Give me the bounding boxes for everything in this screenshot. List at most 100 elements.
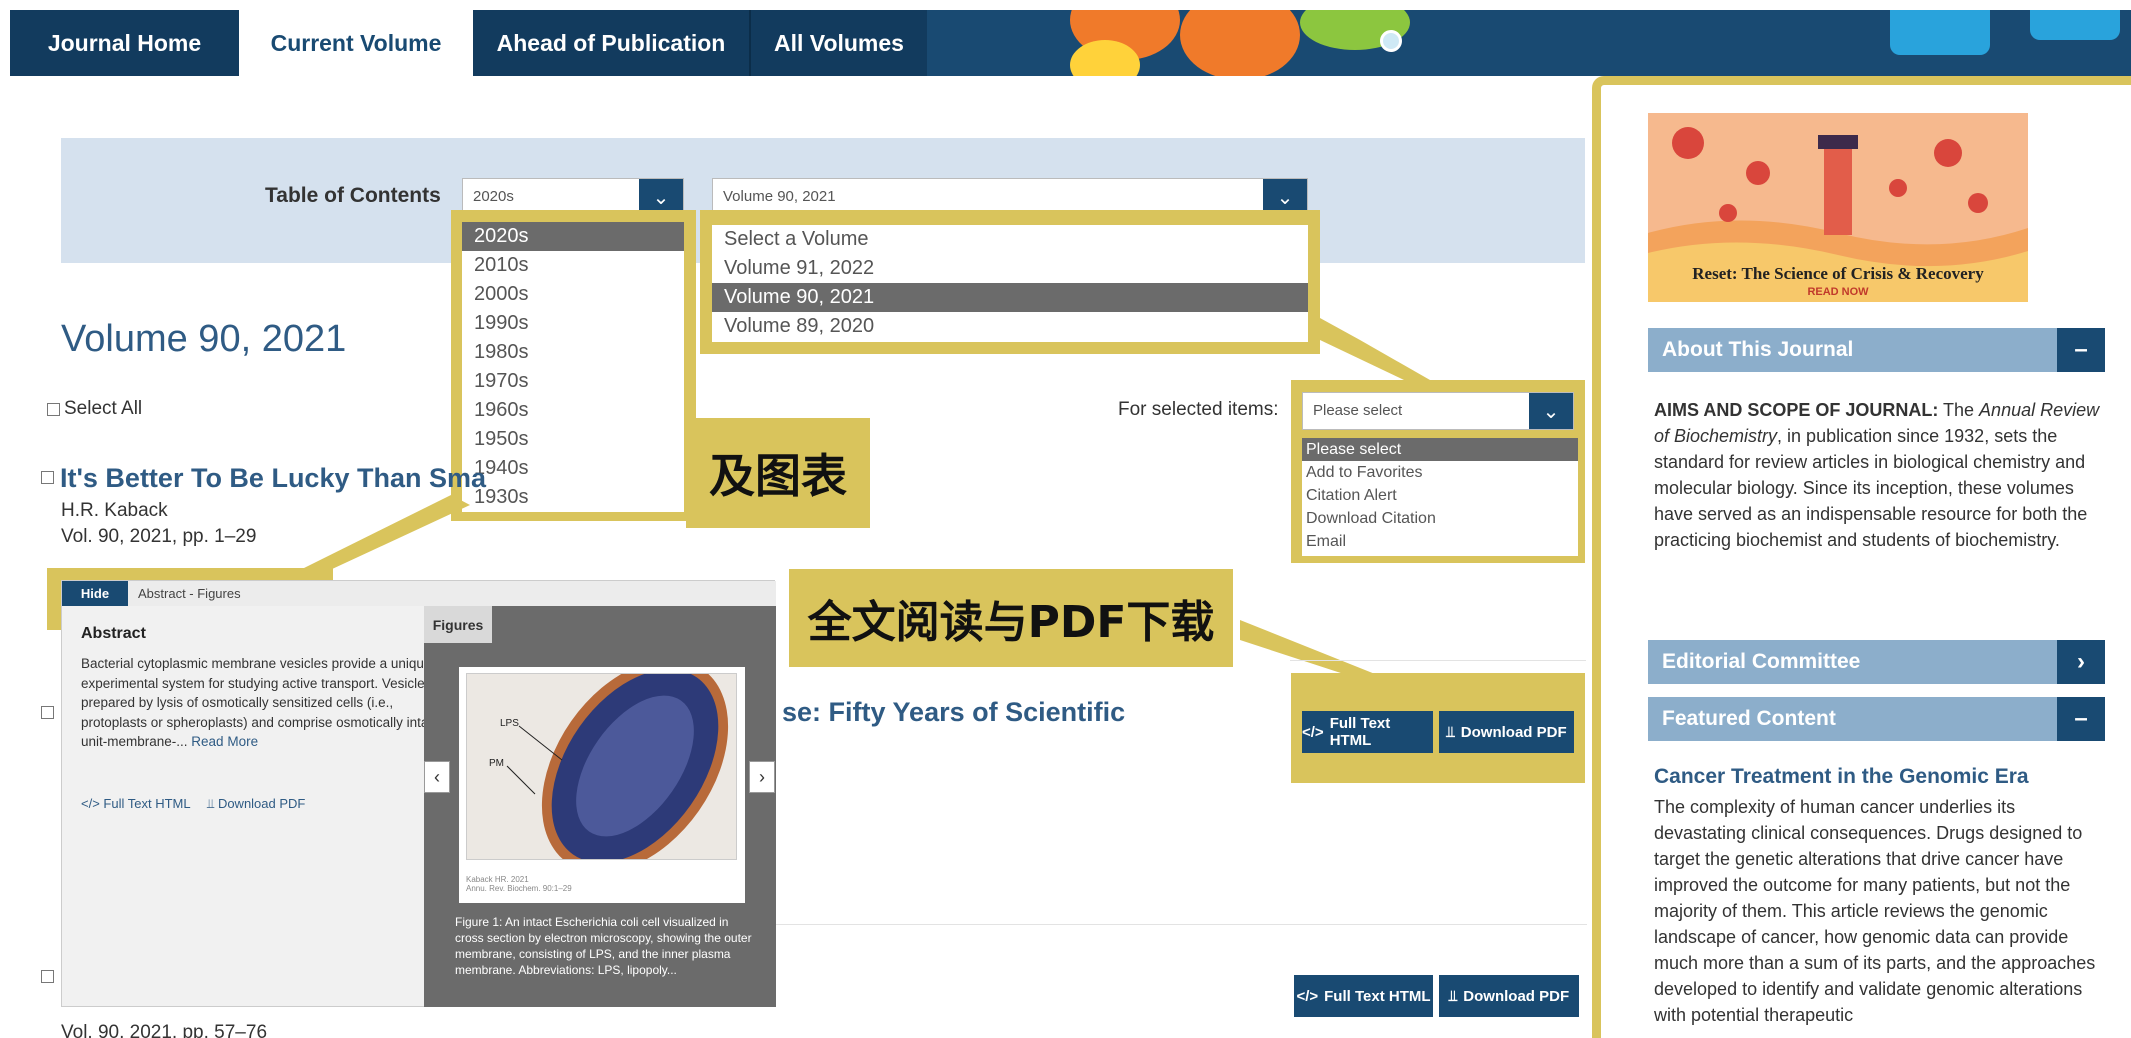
decade-option[interactable]: 2010s bbox=[462, 251, 684, 280]
full-text-label: Full Text HTML bbox=[1324, 987, 1431, 1005]
decade-dropdown-list: 2020s 2010s 2000s 1990s 1980s 1970s 1960… bbox=[462, 222, 684, 512]
pdf-label: Download PDF bbox=[1463, 987, 1570, 1005]
read-more-link[interactable]: Read More bbox=[191, 734, 258, 749]
select-all[interactable]: Select All bbox=[47, 398, 142, 420]
bulk-action-option[interactable]: Email bbox=[1302, 530, 1578, 553]
pdf-icon: ⫫ bbox=[207, 796, 215, 811]
decade-option[interactable]: 1990s bbox=[462, 309, 684, 338]
about-pre: The bbox=[1938, 400, 1980, 420]
volume-option[interactable]: Volume 90, 2021 bbox=[712, 283, 1308, 312]
decade-option[interactable]: 1980s bbox=[462, 338, 684, 367]
decade-option[interactable]: 1970s bbox=[462, 367, 684, 396]
bulk-action-option[interactable]: Citation Alert bbox=[1302, 484, 1578, 507]
article-meta: Vol. 90, 2021, pp. 1–29 bbox=[61, 526, 257, 547]
decade-option[interactable]: 1950s bbox=[462, 425, 684, 454]
prev-figure-button[interactable]: ‹ bbox=[424, 761, 450, 793]
decor-blob bbox=[2030, 10, 2120, 40]
article-title[interactable]: It's Better To Be Lucky Than Sma bbox=[60, 463, 486, 494]
figures-tab[interactable]: Figures bbox=[424, 606, 492, 643]
popup-download-pdf-link[interactable]: ⫫ Download PDF bbox=[207, 796, 305, 812]
figures-pane: Figures LPS PM Kaback HR. 2021 Annu. Rev… bbox=[424, 606, 776, 1007]
pdf-label: Download PDF bbox=[1460, 723, 1567, 741]
pointer-shape bbox=[1320, 318, 1430, 380]
code-icon: </> bbox=[1296, 987, 1319, 1005]
virus bbox=[1746, 161, 1770, 185]
popup-header: Hide Abstract - Figures bbox=[62, 581, 776, 606]
checkbox[interactable] bbox=[41, 706, 54, 719]
volume-dropdown-list: Select a Volume Volume 91, 2022 Volume 9… bbox=[712, 225, 1308, 342]
tab-ahead-of-publication[interactable]: Ahead of Publication bbox=[473, 10, 749, 76]
hide-button[interactable]: Hide bbox=[62, 581, 128, 606]
annotation-fulltext: 全文阅读与PDF下载 bbox=[789, 569, 1233, 667]
toc-label: Table of Contents bbox=[265, 184, 441, 207]
volume-heading: Volume 90, 2021 bbox=[61, 318, 347, 360]
decade-option[interactable]: 1930s bbox=[462, 483, 684, 512]
decade-select-value: 2020s bbox=[473, 188, 514, 205]
promo-banner[interactable]: Reset: The Science of Crisis & Recovery … bbox=[1648, 113, 2028, 302]
chevron-down-icon: ⌄ bbox=[1529, 393, 1573, 429]
bulk-action-list: Please select Add to Favorites Citation … bbox=[1302, 438, 1578, 556]
select-all-label: Select All bbox=[64, 398, 143, 419]
decade-option[interactable]: 1940s bbox=[462, 454, 684, 483]
decade-option[interactable]: 1960s bbox=[462, 396, 684, 425]
checkbox[interactable] bbox=[41, 970, 54, 983]
full-text-html-button[interactable]: </> Full Text HTML bbox=[1294, 975, 1433, 1017]
pointer-shape bbox=[1240, 620, 1380, 676]
popup-crumbs: Abstract - Figures bbox=[138, 586, 241, 601]
divider bbox=[1290, 660, 1586, 661]
about-journal-text: AIMS AND SCOPE OF JOURNAL: The Annual Re… bbox=[1654, 397, 2104, 553]
tab-journal-home[interactable]: Journal Home bbox=[10, 10, 239, 76]
download-pdf-button[interactable]: ⫫ Download PDF bbox=[1439, 975, 1579, 1017]
bulk-action-option[interactable]: Please select bbox=[1302, 438, 1578, 461]
bulk-action-select[interactable]: Please select ⌄ bbox=[1302, 392, 1574, 430]
full-text-html-button[interactable]: </> Full Text HTML bbox=[1302, 711, 1433, 753]
featured-content-title: Featured Content bbox=[1662, 707, 1836, 730]
about-journal-header[interactable]: About This Journal – bbox=[1648, 328, 2105, 372]
decade-option[interactable]: 2000s bbox=[462, 280, 684, 309]
collapse-icon[interactable]: – bbox=[2057, 697, 2105, 741]
virus bbox=[1889, 179, 1907, 197]
lighthouse bbox=[1824, 143, 1852, 235]
virus bbox=[1934, 139, 1962, 167]
banner-read-now[interactable]: READ NOW bbox=[1648, 286, 2028, 298]
cell-micrograph: LPS PM bbox=[467, 674, 736, 859]
featured-article-title[interactable]: Cancer Treatment in the Genomic Era bbox=[1654, 765, 2029, 789]
virus bbox=[1672, 127, 1704, 159]
about-journal-title: About This Journal bbox=[1662, 338, 1854, 361]
figure-credit: Kaback HR. 2021 Annu. Rev. Biochem. 90:1… bbox=[466, 875, 572, 893]
tab-current-volume[interactable]: Current Volume bbox=[239, 10, 473, 76]
bulk-action-option[interactable]: Add to Favorites bbox=[1302, 461, 1578, 484]
checkbox[interactable] bbox=[47, 402, 60, 416]
bulk-action-option[interactable]: Download Citation bbox=[1302, 507, 1578, 530]
volume-option[interactable]: Volume 89, 2020 bbox=[712, 312, 1308, 341]
featured-article-text: The complexity of human cancer underlies… bbox=[1654, 797, 2096, 1025]
popup-full-text-link[interactable]: </> Full Text HTML bbox=[81, 796, 191, 811]
featured-content-header[interactable]: Featured Content – bbox=[1648, 697, 2105, 741]
chevron-right-icon[interactable]: › bbox=[2057, 640, 2105, 684]
figure-caption: Figure 1: An intact Escherichia coli cel… bbox=[455, 915, 752, 977]
full-text-label: Full Text HTML bbox=[103, 796, 191, 811]
decade-option[interactable]: 2020s bbox=[462, 222, 684, 251]
abstract-text: Bacterial cytoplasmic membrane vesicles … bbox=[81, 654, 461, 752]
annotation-figures: 及图表 bbox=[686, 418, 870, 528]
article-author: H.R. Kaback bbox=[61, 500, 168, 521]
pdf-icon: ⫫ bbox=[1446, 723, 1455, 741]
article-title[interactable]: se: Fifty Years of Scientific bbox=[782, 697, 1125, 728]
abstract-body: Bacterial cytoplasmic membrane vesicles … bbox=[81, 656, 455, 749]
editorial-committee-header[interactable]: Editorial Committee › bbox=[1648, 640, 2105, 684]
code-icon: </> bbox=[81, 796, 100, 811]
bulk-action-select-value: Please select bbox=[1313, 402, 1403, 419]
figure-label-pm: PM bbox=[489, 758, 504, 769]
volume-select-value: Volume 90, 2021 bbox=[723, 188, 836, 205]
article-meta: Vol. 90, 2021, pp. 57–76 bbox=[61, 1022, 268, 1038]
next-figure-button[interactable]: › bbox=[749, 761, 775, 793]
banner-title: Reset: The Science of Crisis & Recovery bbox=[1692, 264, 1984, 283]
download-pdf-button[interactable]: ⫫ Download PDF bbox=[1439, 711, 1574, 753]
volume-option[interactable]: Select a Volume bbox=[712, 225, 1308, 254]
volume-option[interactable]: Volume 91, 2022 bbox=[712, 254, 1308, 283]
about-lead: AIMS AND SCOPE OF JOURNAL: bbox=[1654, 400, 1939, 420]
checkbox[interactable] bbox=[41, 471, 54, 484]
tab-all-volumes[interactable]: All Volumes bbox=[751, 10, 927, 76]
collapse-icon[interactable]: – bbox=[2057, 328, 2105, 372]
figure-card[interactable]: LPS PM Kaback HR. 2021 Annu. Rev. Bioche… bbox=[459, 667, 745, 903]
